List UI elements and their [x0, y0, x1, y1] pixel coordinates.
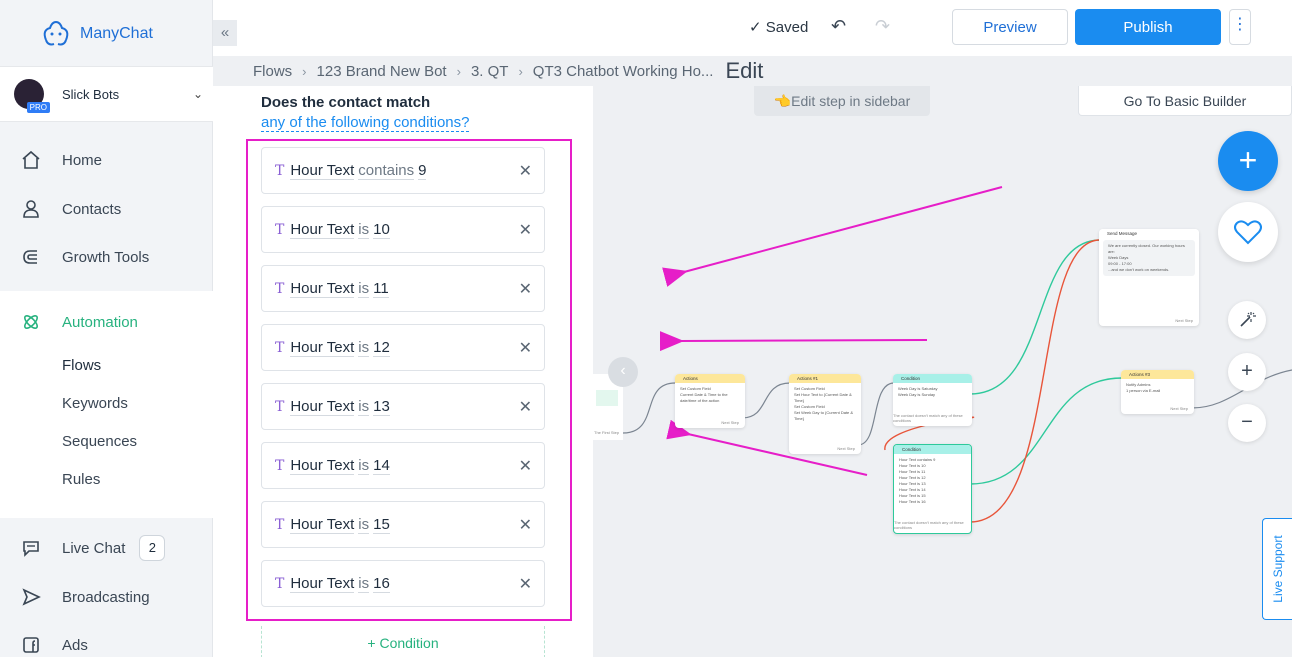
node-line: Set Week Day to {Current Date & Time} [794, 410, 854, 421]
connector [741, 382, 791, 419]
annotation-arrow [662, 186, 1003, 287]
condition-field[interactable]: Hour Text [290, 280, 355, 298]
node-footer: Next Step [721, 420, 739, 425]
condition-field[interactable]: Hour Text [290, 575, 355, 593]
close-icon[interactable]: ✕ [519, 397, 532, 417]
actions-1-node[interactable]: Actions #1 Set Custom Field Set Hour Tex… [789, 374, 861, 454]
close-icon[interactable]: ✕ [519, 220, 532, 240]
condition-row[interactable]: T Hour Text is 12 ✕ [261, 324, 545, 371]
connector-match [969, 377, 1123, 485]
node-line: Hour Text is 16 [899, 499, 926, 504]
text-field-icon: T [275, 457, 285, 474]
node-footer: Next Step [1170, 406, 1188, 411]
condition-operator[interactable]: is [358, 280, 370, 298]
node-title: Condition [893, 374, 972, 383]
condition-row[interactable]: T Hour Text is 13 ✕ [261, 383, 545, 430]
node-line: Current Date & Time to the date/time of … [680, 392, 728, 403]
live-support-label: Live Support [1270, 535, 1285, 603]
node-footer: The contact doesn't match any of these c… [894, 520, 964, 530]
condition-value[interactable]: 12 [373, 339, 390, 357]
condition-field[interactable]: Hour Text [290, 162, 355, 180]
condition-operator[interactable]: is [358, 339, 370, 357]
node-line: Week Day is Sunday [898, 392, 936, 397]
text-field-icon: T [275, 221, 285, 238]
condition-field[interactable]: Hour Text [290, 457, 355, 475]
condition-value[interactable]: 13 [373, 398, 390, 416]
match-mode-selector[interactable]: any of the following conditions? [261, 114, 470, 132]
condition-field[interactable]: Hour Text [290, 221, 355, 239]
condition-row[interactable]: T Hour Text is 14 ✕ [261, 442, 545, 489]
condition-operator[interactable]: is [358, 221, 370, 239]
close-icon[interactable]: ✕ [519, 515, 532, 535]
condition-field[interactable]: Hour Text [290, 516, 355, 534]
go-to-basic-builder-button[interactable]: Go To Basic Builder [1078, 86, 1292, 116]
first-step-preview [596, 390, 618, 406]
condition-row[interactable]: T Hour Text contains 9 ✕ [261, 147, 545, 194]
close-icon[interactable]: ✕ [519, 161, 532, 181]
condition-row[interactable]: T Hour Text is 15 ✕ [261, 501, 545, 548]
text-field-icon: T [275, 162, 285, 179]
add-condition-button[interactable]: + Condition [261, 626, 545, 657]
connector [857, 382, 895, 446]
edit-step-hint: 👈Edit step in sidebar [754, 86, 930, 116]
condition-value[interactable]: 15 [373, 516, 390, 534]
close-icon[interactable]: ✕ [519, 338, 532, 358]
condition-operator[interactable]: is [358, 457, 370, 475]
zoom-out-button[interactable]: − [1228, 404, 1266, 442]
connector [622, 382, 676, 434]
live-support-tab[interactable]: Live Support [1262, 518, 1292, 620]
condition-row[interactable]: T Hour Text is 16 ✕ [261, 560, 545, 607]
zoom-in-button[interactable]: + [1228, 353, 1266, 391]
condition-operator[interactable]: is [358, 575, 370, 593]
text-field-icon: T [275, 516, 285, 533]
node-title: Actions #1 [789, 374, 861, 383]
condition-value[interactable]: 14 [373, 457, 390, 475]
node-line: Set Hour Text to {Current Date & Time} [794, 392, 852, 403]
text-field-icon: T [275, 575, 285, 592]
condition-node-selected[interactable]: Condition Hour Text contains 9 Hour Text… [893, 444, 972, 534]
actions-3-node[interactable]: Actions #3 Notify Admins 1 person via E-… [1121, 370, 1194, 414]
condition-operator[interactable]: contains [358, 162, 415, 180]
close-icon[interactable]: ✕ [519, 574, 532, 594]
node-footer: Next Step [837, 446, 855, 451]
annotation-arrow [659, 331, 928, 352]
node-footer: Next Step [1175, 318, 1193, 323]
condition-operator[interactable]: is [358, 516, 370, 534]
condition-row[interactable]: T Hour Text is 10 ✕ [261, 206, 545, 253]
text-field-icon: T [275, 339, 285, 356]
node-line: 1 person via E-mail [1126, 388, 1161, 393]
node-title: Condition [894, 445, 971, 454]
connector-match [969, 239, 1101, 395]
panel-question: Does the contact match [261, 94, 431, 111]
condition-field[interactable]: Hour Text [290, 398, 355, 416]
condition-value[interactable]: 11 [373, 280, 389, 298]
node-line: ...and we don't work on weekends. [1108, 267, 1170, 272]
chevron-left-icon[interactable]: ‹ [608, 357, 638, 387]
condition-value[interactable]: 10 [373, 221, 390, 239]
connector-no-match [969, 239, 1101, 523]
node-title: Actions #3 [1121, 370, 1194, 379]
condition-operator[interactable]: is [358, 398, 370, 416]
text-field-icon: T [275, 280, 285, 297]
condition-value[interactable]: 9 [418, 162, 427, 180]
close-icon[interactable]: ✕ [519, 279, 532, 299]
text-field-icon: T [275, 398, 285, 415]
send-message-node[interactable]: Send Message We are currently closed. Ou… [1099, 229, 1199, 326]
node-title: Send Message [1099, 229, 1199, 238]
add-step-button[interactable]: + [1218, 131, 1278, 191]
node-title: Actions [675, 374, 745, 383]
condition-value[interactable]: 16 [373, 575, 390, 593]
node-footer: The contact doesn't match any of these c… [893, 413, 963, 423]
condition-node[interactable]: Condition Week Day is Saturday Week Day … [893, 374, 972, 426]
magic-wand-icon[interactable] [1228, 301, 1266, 339]
node-line: We are currently closed. Our working hou… [1108, 243, 1185, 254]
condition-panel: Does the contact match any of the follow… [213, 86, 593, 657]
first-step-label: The First Step [594, 430, 620, 435]
close-icon[interactable]: ✕ [519, 456, 532, 476]
heart-icon[interactable] [1218, 202, 1278, 262]
condition-row[interactable]: T Hour Text is 11 ✕ [261, 265, 545, 312]
condition-field[interactable]: Hour Text [290, 339, 355, 357]
actions-node[interactable]: Actions Set Custom Field Current Date & … [675, 374, 745, 428]
